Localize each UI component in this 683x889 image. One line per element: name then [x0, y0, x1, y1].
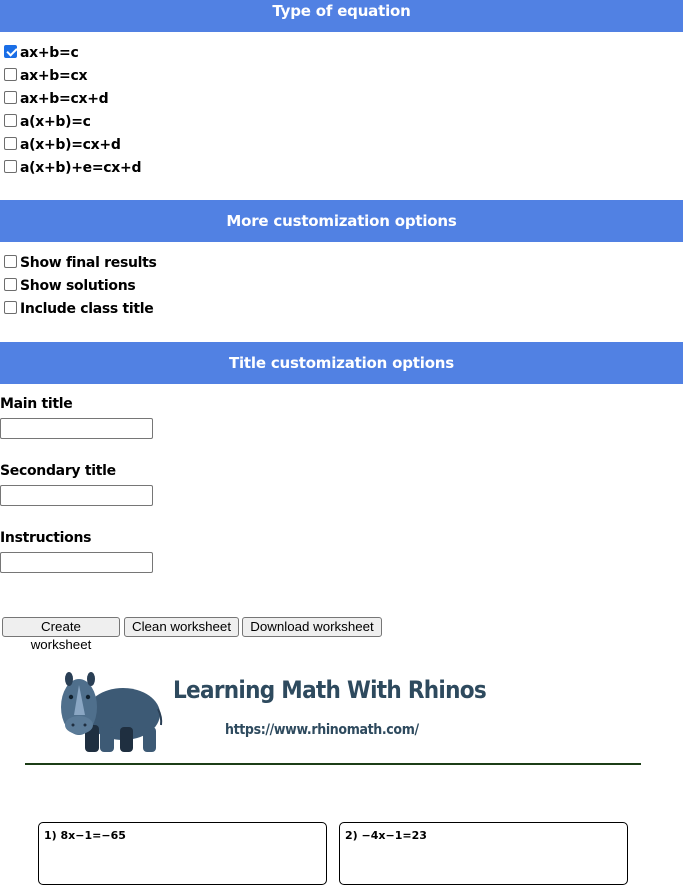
problem-box: 2) −4x−1=23 — [339, 822, 628, 885]
secondary-title-label: Secondary title — [0, 463, 116, 479]
download-worksheet-button[interactable]: Download worksheet — [242, 617, 382, 637]
main-title-label: Main title — [0, 396, 73, 412]
create-worksheet-button[interactable]: Create worksheet — [2, 617, 120, 652]
option-label: ax+b=cx — [20, 68, 88, 84]
checkbox[interactable] — [4, 136, 17, 150]
rhino-nostril — [71, 723, 75, 727]
option-label: a(x+b)=c — [20, 114, 91, 130]
clean-worksheet-button[interactable]: Clean worksheet — [124, 617, 239, 637]
option-include-class-title[interactable]: Include class title — [4, 299, 154, 319]
rhino-nostril — [83, 723, 87, 727]
problem-text: 2) −4x−1=23 — [345, 829, 427, 842]
option-a-x-b-e-cx-d[interactable]: a(x+b)+e=cx+d — [4, 158, 141, 178]
checkbox[interactable] — [4, 254, 17, 268]
problem-text: 1) 8x−1=−65 — [44, 829, 126, 842]
option-label: Show final results — [20, 255, 157, 271]
option-ax-b-cx-d[interactable]: ax+b=cx+d — [4, 89, 109, 109]
checkbox[interactable] — [4, 277, 17, 291]
rhino-ear — [87, 672, 95, 686]
option-a-x-b-cx-d[interactable]: a(x+b)=cx+d — [4, 135, 121, 155]
section-header-title-customization: Title customization options — [0, 342, 683, 384]
divider-line — [25, 763, 641, 765]
rhino-snout — [65, 716, 93, 734]
option-label: a(x+b)=cx+d — [20, 137, 121, 153]
rhino-eye — [68, 694, 74, 700]
logo-url: https://www.rhinomath.com/ — [225, 722, 419, 738]
option-a-x-b-c[interactable]: a(x+b)=c — [4, 112, 91, 132]
checkbox[interactable] — [4, 67, 17, 81]
option-label: ax+b=cx+d — [20, 91, 109, 107]
rhino-leg — [100, 727, 114, 752]
option-label: a(x+b)+e=cx+d — [20, 160, 142, 176]
rhino-ear — [65, 672, 73, 686]
secondary-title-input[interactable] — [0, 485, 153, 506]
checkbox[interactable] — [4, 90, 17, 104]
checkbox[interactable] — [4, 113, 17, 127]
option-ax-b-c[interactable]: ax+b=c — [4, 43, 79, 63]
main-title-input[interactable] — [0, 418, 153, 439]
rhino-leg — [143, 727, 156, 752]
option-show-final-results[interactable]: Show final results — [4, 253, 157, 273]
checkbox-checked[interactable] — [4, 44, 17, 58]
option-ax-b-cx[interactable]: ax+b=cx — [4, 66, 88, 86]
option-show-solutions[interactable]: Show solutions — [4, 276, 136, 296]
rhino-eye — [85, 694, 91, 700]
checkbox[interactable] — [4, 159, 17, 173]
option-label: Show solutions — [20, 278, 136, 294]
problem-box: 1) 8x−1=−65 — [38, 822, 327, 885]
instructions-input[interactable] — [0, 552, 153, 573]
rhino-leg — [120, 727, 133, 752]
section-header-type-of-equation: Type of equation — [0, 0, 683, 32]
logo-title: Learning Math With Rhinos — [173, 676, 487, 704]
section-header-more-customization: More customization options — [0, 200, 683, 242]
option-label: ax+b=c — [20, 45, 79, 61]
instructions-label: Instructions — [0, 530, 92, 546]
option-label: Include class title — [20, 301, 154, 317]
checkbox[interactable] — [4, 300, 17, 314]
